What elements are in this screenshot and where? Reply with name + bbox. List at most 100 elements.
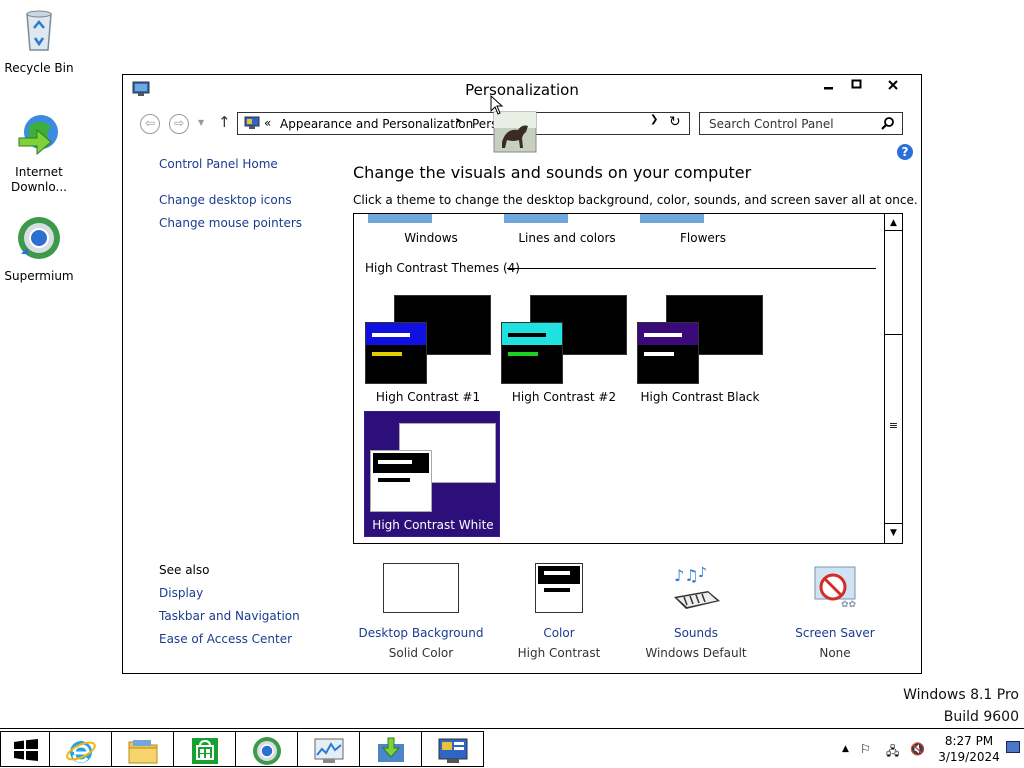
up-button[interactable]: ↑ [218, 113, 231, 131]
os-watermark: Windows 8.1 Pro Build 9600 [903, 684, 1019, 728]
desktop-background-preview [383, 563, 459, 613]
chevron-down-icon: ▼ [198, 118, 205, 127]
theme-high-contrast-white[interactable]: High Contrast White [364, 411, 500, 537]
arrow-up-icon: ↑ [218, 113, 231, 131]
search-icon[interactable] [880, 116, 896, 132]
desktop-background-value: Solid Color [388, 646, 454, 660]
breadcrumb-separator-icon[interactable]: ▸ [457, 116, 462, 126]
lines-and-colors-theme-label[interactable]: Lines and colors [499, 231, 635, 245]
theme-label: High Contrast #2 [511, 390, 617, 404]
maximize-button[interactable] [843, 77, 871, 97]
address-dropdown-chevron-icon[interactable]: ❯ [650, 114, 658, 125]
windows-theme-label[interactable]: Windows [363, 231, 499, 245]
screen-saver-option[interactable]: ✿✿ Screen Saver None [765, 561, 905, 663]
sounds-option[interactable]: ♪♫ ♪ Sounds Windows Default [626, 561, 766, 663]
refresh-icon[interactable]: ↻ [669, 114, 681, 130]
desktop-icon-supermium[interactable]: Supermium [1, 214, 77, 284]
scroll-down-button[interactable]: ▼ [885, 525, 902, 542]
theme-bar [378, 460, 412, 464]
maximize-icon [851, 79, 862, 89]
taskbar-and-navigation-link[interactable]: Taskbar and Navigation [159, 609, 300, 623]
page-title: Change the visuals and sounds on your co… [353, 163, 752, 182]
close-button[interactable] [879, 77, 907, 97]
theme-window-front [365, 322, 427, 384]
folder-icon [128, 740, 158, 764]
flowers-theme-label[interactable]: Flowers [635, 231, 771, 245]
color-title[interactable]: Color [489, 623, 629, 643]
theme-bar [508, 352, 538, 356]
search-input[interactable] [701, 114, 876, 133]
recent-locations-button[interactable]: ▼ [198, 118, 204, 127]
show-hidden-icons-icon[interactable]: ▲ [842, 744, 849, 754]
taskbar-internet-explorer[interactable] [50, 731, 112, 767]
mouse-cursor-icon [490, 95, 504, 115]
minimize-button[interactable] [815, 77, 843, 97]
flowers-theme-thumbnail[interactable] [640, 214, 704, 223]
taskbar-store[interactable] [174, 731, 236, 767]
taskbar-internet-download-manager[interactable] [360, 731, 422, 767]
internet-download-manager-icon [18, 115, 58, 156]
theme-list[interactable]: Windows Lines and colors Flowers High Co… [353, 213, 903, 544]
theme-high-contrast-black[interactable]: High Contrast Black [632, 284, 768, 410]
control-panel-home-link[interactable]: Control Panel Home [159, 157, 278, 171]
desktop-background-title[interactable]: Desktop Background [351, 623, 491, 643]
minimize-icon [824, 87, 833, 90]
high-contrast-group-label: High Contrast Themes (4) [365, 261, 520, 275]
recycle-bin-icon [26, 10, 52, 51]
internet-download-manager-icon [378, 737, 404, 762]
taskbar-control-panel[interactable] [422, 731, 484, 767]
ease-of-access-center-link[interactable]: Ease of Access Center [159, 632, 292, 646]
page-description: Click a theme to change the desktop back… [353, 193, 918, 207]
screen-saver-title[interactable]: Screen Saver [765, 623, 905, 643]
theme-bar [372, 333, 410, 337]
breadcrumb-appearance-and-personalization[interactable]: Appearance and Personalization [280, 117, 473, 131]
internet-explorer-icon [66, 741, 96, 763]
volume-muted-icon[interactable]: 🔇 [910, 742, 925, 756]
svg-text:♪♫: ♪♫ [674, 566, 699, 585]
supermium-icon [253, 737, 281, 765]
screen-saver-preview: ✿✿ [797, 563, 873, 613]
forward-button[interactable]: ⇨ [169, 114, 189, 134]
sounds-value: Windows Default [645, 646, 747, 660]
network-icon[interactable]: 🖧 [886, 742, 899, 763]
desktop-icon-internet-download-manager[interactable]: Internet Downlo... [1, 110, 77, 195]
svg-text:♪: ♪ [698, 565, 707, 581]
see-also-heading: See also [159, 563, 210, 577]
supermium-icon [18, 217, 60, 259]
os-edition: Windows 8.1 Pro [903, 687, 1019, 703]
theme-window-front [637, 322, 699, 384]
scroll-up-button[interactable]: ▲ [885, 215, 902, 231]
title-bar[interactable]: Personalization [123, 75, 921, 105]
change-desktop-icons-link[interactable]: Change desktop icons [159, 193, 292, 207]
theme-bar [644, 333, 682, 337]
search-box[interactable] [699, 112, 903, 135]
action-center-flag-icon[interactable]: ⚐ [860, 742, 871, 756]
windows-logo-icon [14, 739, 38, 761]
windows-theme-thumbnail[interactable] [368, 214, 432, 223]
internet-download-manager-label: Internet Downlo... [11, 165, 67, 194]
theme-high-contrast-2[interactable]: High Contrast #2 [496, 284, 632, 410]
help-icon[interactable]: ? [897, 144, 913, 160]
taskbar-performance-monitor[interactable] [298, 731, 360, 767]
change-mouse-pointers-link[interactable]: Change mouse pointers [159, 216, 302, 230]
lines-and-colors-theme-thumbnail[interactable] [504, 214, 568, 223]
theme-bar [508, 333, 546, 337]
display-link[interactable]: Display [159, 586, 203, 600]
breadcrumb-overflow[interactable]: « [264, 116, 271, 130]
taskbar-file-explorer[interactable] [112, 731, 174, 767]
back-button[interactable]: ⇦ [140, 114, 160, 134]
personalization-window: Personalization ⇦ ⇨ ▼ ↑ « Appearance and… [122, 74, 922, 674]
scroll-thumb[interactable]: ≡ [885, 334, 902, 524]
theme-high-contrast-1[interactable]: High Contrast #1 [360, 284, 496, 410]
theme-list-scrollbar[interactable]: ▲ ≡ ▼ [884, 214, 902, 543]
desktop-icon-recycle-bin[interactable]: Recycle Bin [1, 6, 77, 76]
address-bar[interactable]: « Appearance and Personalization ▸ Pers [237, 112, 664, 135]
taskbar-supermium[interactable] [236, 731, 298, 767]
sounds-title[interactable]: Sounds [626, 623, 766, 643]
show-desktop-button[interactable] [1006, 741, 1020, 753]
color-option[interactable]: Color High Contrast [489, 561, 629, 663]
taskbar-clock[interactable]: 8:27 PM 3/19/2024 [934, 733, 1004, 765]
supermium-label: Supermium [4, 269, 74, 283]
start-button[interactable] [0, 731, 50, 767]
desktop-background-option[interactable]: Desktop Background Solid Color [351, 561, 491, 663]
